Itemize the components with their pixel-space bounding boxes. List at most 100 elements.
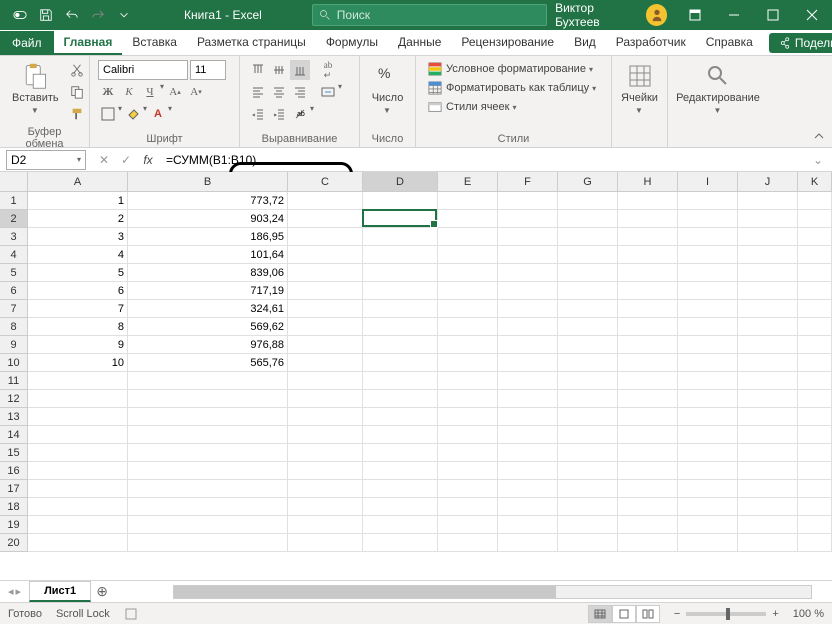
cell[interactable] — [678, 192, 738, 210]
page-layout-view-button[interactable] — [612, 605, 636, 623]
row-header[interactable]: 20 — [0, 534, 28, 552]
cell[interactable]: 8 — [28, 318, 128, 336]
font-color-button[interactable]: А — [148, 104, 168, 124]
cell[interactable] — [738, 336, 798, 354]
cell[interactable] — [678, 516, 738, 534]
tab-view[interactable]: Вид — [564, 30, 606, 55]
decrease-indent-button[interactable] — [248, 104, 268, 124]
cell[interactable] — [438, 462, 498, 480]
cell[interactable] — [498, 336, 558, 354]
align-right-button[interactable] — [290, 82, 310, 102]
row-header[interactable]: 19 — [0, 516, 28, 534]
cell[interactable]: 4 — [28, 246, 128, 264]
copy-button[interactable] — [67, 82, 87, 102]
save-button[interactable] — [34, 3, 58, 27]
cell[interactable] — [363, 192, 438, 210]
cell[interactable] — [28, 390, 128, 408]
cell[interactable] — [738, 480, 798, 498]
cell[interactable] — [558, 210, 618, 228]
cell[interactable] — [798, 228, 832, 246]
cell[interactable] — [28, 372, 128, 390]
cell[interactable] — [558, 354, 618, 372]
cell[interactable] — [678, 444, 738, 462]
cell[interactable] — [498, 534, 558, 552]
cell[interactable] — [438, 372, 498, 390]
cell[interactable] — [678, 372, 738, 390]
insert-function-button[interactable]: fx — [138, 150, 158, 170]
cell[interactable] — [618, 192, 678, 210]
cell[interactable] — [363, 498, 438, 516]
cell[interactable] — [678, 480, 738, 498]
zoom-out-button[interactable]: − — [674, 608, 680, 620]
cell[interactable] — [558, 426, 618, 444]
borders-button[interactable] — [98, 104, 118, 124]
cells-area[interactable]: 1773,722903,245958,683186,954101,645839,… — [28, 192, 832, 580]
column-header[interactable]: B — [128, 172, 288, 192]
cell[interactable] — [558, 498, 618, 516]
cell[interactable] — [363, 426, 438, 444]
align-center-button[interactable] — [269, 82, 289, 102]
cell[interactable]: 976,88 — [128, 336, 288, 354]
user-area[interactable]: Виктор Бухтеев — [547, 1, 675, 29]
align-middle-button[interactable] — [269, 60, 289, 80]
cell[interactable] — [798, 282, 832, 300]
cell[interactable] — [288, 516, 363, 534]
cell[interactable] — [618, 444, 678, 462]
column-header[interactable]: H — [618, 172, 678, 192]
cell[interactable] — [28, 408, 128, 426]
row-header[interactable]: 6 — [0, 282, 28, 300]
cell[interactable] — [128, 408, 288, 426]
cell[interactable] — [738, 228, 798, 246]
cell[interactable] — [618, 462, 678, 480]
add-sheet-button[interactable]: ⊕ — [91, 583, 113, 600]
cell[interactable] — [798, 480, 832, 498]
row-header[interactable]: 9 — [0, 336, 28, 354]
row-header[interactable]: 17 — [0, 480, 28, 498]
cell[interactable] — [438, 480, 498, 498]
cell[interactable] — [128, 534, 288, 552]
cell[interactable] — [558, 480, 618, 498]
cell[interactable] — [363, 408, 438, 426]
cell[interactable] — [438, 336, 498, 354]
cell[interactable] — [798, 192, 832, 210]
cell[interactable] — [498, 372, 558, 390]
cell[interactable] — [363, 300, 438, 318]
cell[interactable] — [498, 516, 558, 534]
cell[interactable] — [678, 246, 738, 264]
cell[interactable] — [558, 390, 618, 408]
cell[interactable] — [363, 246, 438, 264]
cell[interactable]: 717,19 — [128, 282, 288, 300]
cell[interactable] — [798, 264, 832, 282]
zoom-slider[interactable] — [686, 612, 766, 616]
cell[interactable] — [738, 516, 798, 534]
cell[interactable] — [498, 228, 558, 246]
cell[interactable]: 5 — [28, 264, 128, 282]
cell[interactable]: 10 — [28, 354, 128, 372]
cell[interactable] — [738, 408, 798, 426]
cell[interactable] — [498, 498, 558, 516]
cell[interactable] — [678, 354, 738, 372]
cell-styles-button[interactable]: Стили ячеек▾ — [424, 98, 603, 116]
conditional-formatting-button[interactable]: Условное форматирование▾ — [424, 60, 603, 78]
tab-review[interactable]: Рецензирование — [451, 30, 564, 55]
cell[interactable] — [678, 426, 738, 444]
cancel-formula-button[interactable]: ✕ — [94, 150, 114, 170]
cell[interactable] — [558, 516, 618, 534]
cell[interactable] — [798, 426, 832, 444]
cell[interactable] — [363, 444, 438, 462]
cell[interactable] — [798, 336, 832, 354]
cell[interactable] — [28, 498, 128, 516]
row-header[interactable]: 5 — [0, 264, 28, 282]
paste-button[interactable]: Вставить ▼ — [8, 60, 63, 117]
horizontal-scrollbar[interactable] — [173, 585, 812, 599]
cell[interactable] — [798, 408, 832, 426]
cell[interactable] — [498, 462, 558, 480]
cell[interactable] — [618, 498, 678, 516]
italic-button[interactable]: К — [119, 82, 139, 102]
cell[interactable] — [738, 354, 798, 372]
cell[interactable] — [558, 444, 618, 462]
cell[interactable] — [363, 354, 438, 372]
tab-insert[interactable]: Вставка — [122, 30, 187, 55]
cell[interactable] — [438, 318, 498, 336]
cell[interactable]: 186,95 — [128, 228, 288, 246]
